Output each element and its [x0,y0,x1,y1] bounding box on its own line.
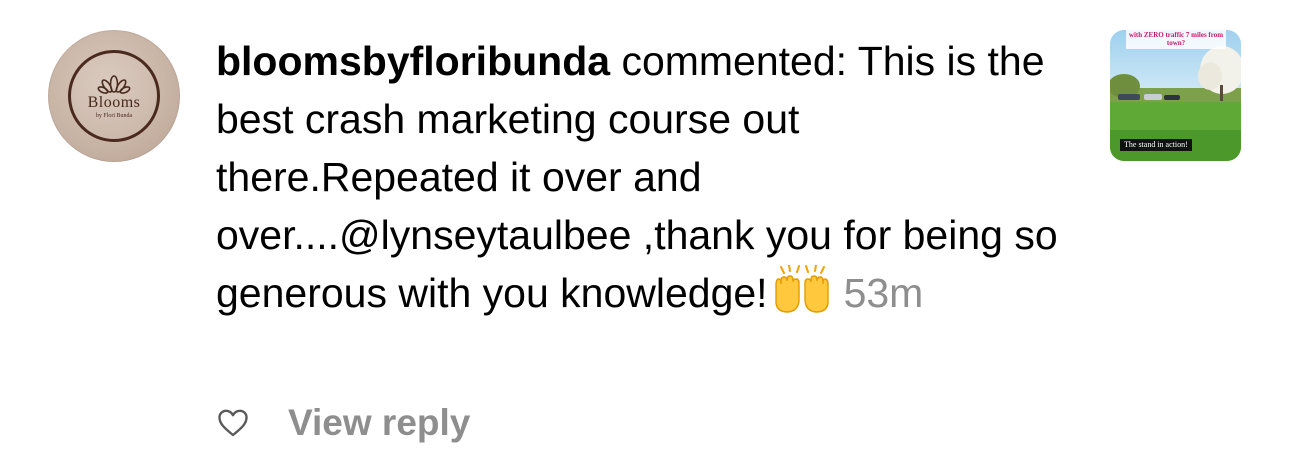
comment-username[interactable]: bloomsbyfloribunda [216,38,610,84]
comment-actions: View reply [216,398,470,448]
post-thumbnail-banner: with ZERO traffic 7 miles from town? [1126,30,1226,49]
comment-text: bloomsbyfloribunda commented: This is th… [216,32,1076,330]
flower-icon [97,74,131,94]
view-reply-button[interactable]: View reply [288,402,470,444]
avatar[interactable]: Blooms by Flori Bunda [48,30,180,162]
post-thumbnail-caption: The stand in action! [1120,139,1192,151]
avatar-brand-text: Blooms [87,93,141,111]
avatar-logo: Blooms by Flori Bunda [68,50,160,142]
raising-hands-icon [770,264,834,330]
post-thumbnail[interactable]: with ZERO traffic 7 miles from town? The… [1110,30,1241,161]
like-button[interactable] [216,406,250,440]
heart-icon [218,409,248,437]
comment-timestamp: 53m [843,270,924,316]
avatar-subtitle-text: by Flori Bunda [95,112,133,119]
